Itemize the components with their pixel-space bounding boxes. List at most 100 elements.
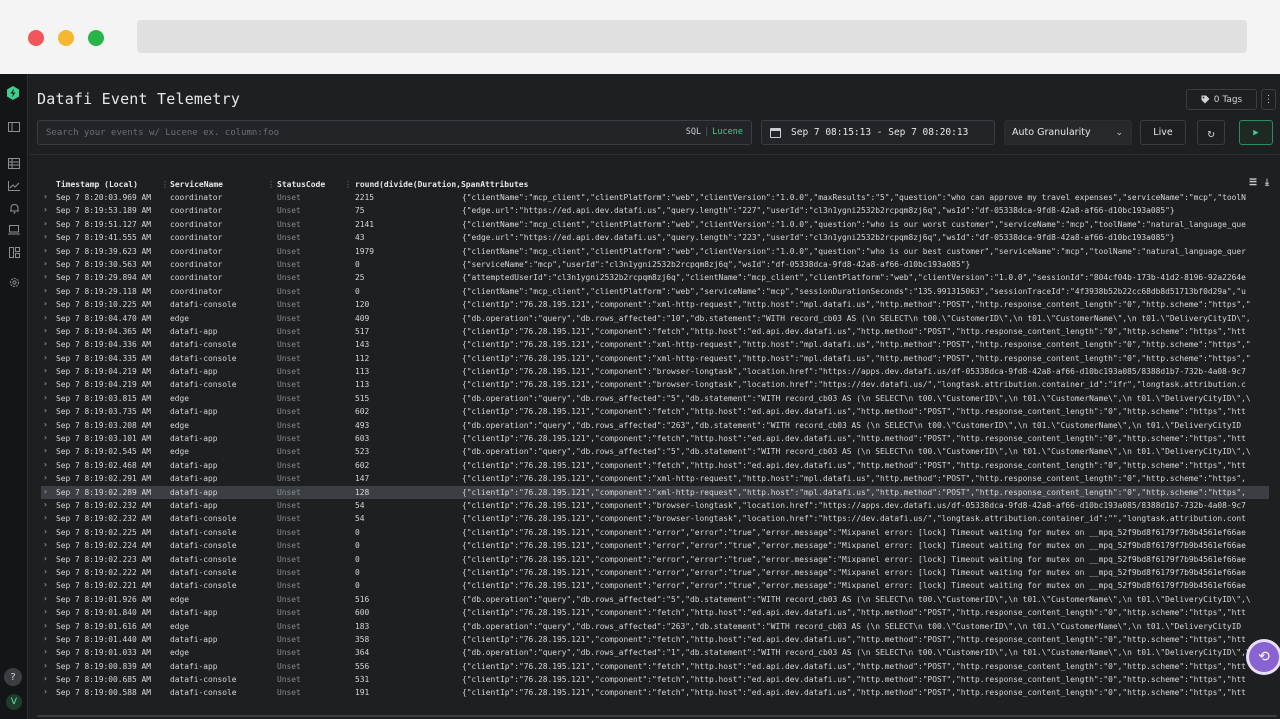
expand-chevron-icon[interactable]: › <box>43 406 51 415</box>
expand-chevron-icon[interactable]: › <box>43 299 51 308</box>
expand-chevron-icon[interactable]: › <box>43 272 51 281</box>
table-row[interactable]: › Sep 7 8:19:51.127 AM coordinator Unset 214… <box>41 218 1269 231</box>
time-range-picker[interactable]: Sep 7 08:15:13 - Sep 7 08:20:13 <box>761 120 995 145</box>
expand-chevron-icon[interactable]: › <box>43 366 51 375</box>
expand-chevron-icon[interactable]: › <box>43 420 51 429</box>
table-row[interactable]: › Sep 7 8:19:29.118 AM coordinator Unset 0 {"… <box>41 285 1269 298</box>
expand-chevron-icon[interactable]: › <box>43 339 51 348</box>
dashboard-icon[interactable] <box>5 243 23 261</box>
more-options-button[interactable]: ⋮ <box>1261 89 1276 110</box>
table-row[interactable]: › Sep 7 8:19:02.289 AM datafi-app Unset 128 {… <box>41 485 1269 499</box>
tags-button[interactable]: 0 Tags <box>1186 89 1257 110</box>
expand-chevron-icon[interactable]: › <box>43 487 51 496</box>
table-row[interactable]: › Sep 7 8:19:01.440 AM datafi-app Unset 358 {… <box>41 633 1269 646</box>
sql-toggle[interactable]: SQL <box>686 127 701 137</box>
expand-chevron-icon[interactable]: › <box>43 246 51 255</box>
bell-icon[interactable] <box>5 199 23 217</box>
wrap-lines-icon[interactable]: ☰ <box>1249 178 1257 188</box>
horizontal-scrollbar[interactable] <box>37 715 1277 717</box>
table-row[interactable]: › Sep 7 8:19:41.555 AM coordinator Unset 43 {… <box>41 231 1269 244</box>
panel-toggle-icon[interactable] <box>5 118 23 136</box>
table-row[interactable]: › Sep 7 8:19:04.470 AM edge Unset 409 {"db.op… <box>41 312 1269 325</box>
table-row[interactable]: › Sep 7 8:19:02.224 AM datafi-console Unset… <box>41 539 1269 552</box>
table-row[interactable]: › Sep 7 8:19:30.563 AM coordinator Unset 0 {"… <box>41 258 1269 271</box>
expand-chevron-icon[interactable]: › <box>43 446 51 455</box>
table-row[interactable]: › Sep 7 8:19:00.839 AM datafi-app Unset 556 {… <box>41 660 1269 673</box>
expand-chevron-icon[interactable]: › <box>43 353 51 362</box>
settings-icon[interactable] <box>5 273 23 291</box>
column-header-timestamp[interactable]: Timestamp (Local) <box>56 180 138 189</box>
table-row[interactable]: › Sep 7 8:19:02.225 AM datafi-console Unset… <box>41 526 1269 539</box>
table-icon[interactable] <box>5 154 23 172</box>
expand-chevron-icon[interactable]: › <box>43 634 51 643</box>
expand-chevron-icon[interactable]: › <box>43 540 51 549</box>
table-row[interactable]: › Sep 7 8:19:39.623 AM coordinator Unset 197… <box>41 245 1269 258</box>
column-resize-handle[interactable]: ⋮ <box>267 180 275 189</box>
hyperdx-logo-icon[interactable] <box>6 86 20 100</box>
expand-chevron-icon[interactable]: › <box>43 313 51 322</box>
refresh-button[interactable]: ↻ <box>1197 120 1225 145</box>
column-header-status[interactable]: StatusCode <box>277 180 325 189</box>
table-row[interactable]: › Sep 7 8:19:04.336 AM datafi-console Unset… <box>41 338 1269 351</box>
maximize-window-icon[interactable] <box>88 30 104 46</box>
expand-chevron-icon[interactable]: › <box>43 567 51 576</box>
expand-chevron-icon[interactable]: › <box>43 594 51 603</box>
expand-chevron-icon[interactable]: › <box>43 687 51 696</box>
expand-chevron-icon[interactable]: › <box>43 473 51 482</box>
expand-chevron-icon[interactable]: › <box>43 527 51 536</box>
table-row[interactable]: › Sep 7 8:20:03.969 AM coordinator Unset 221… <box>41 191 1269 204</box>
table-row[interactable]: › Sep 7 8:19:04.365 AM datafi-app Unset 517 {… <box>41 325 1269 338</box>
table-row[interactable]: › Sep 7 8:19:03.815 AM edge Unset 515 {"db.op… <box>41 392 1269 405</box>
table-row[interactable]: › Sep 7 8:19:01.616 AM edge Unset 183 {"db.op… <box>41 620 1269 633</box>
table-row[interactable]: › Sep 7 8:19:29.894 AM coordinator Unset 25 {… <box>41 271 1269 284</box>
expand-chevron-icon[interactable]: › <box>43 580 51 589</box>
expand-chevron-icon[interactable]: › <box>43 621 51 630</box>
monitor-icon[interactable] <box>5 221 23 239</box>
column-resize-handle[interactable]: ⋮ <box>344 180 352 189</box>
avatar[interactable]: V <box>6 694 22 710</box>
table-row[interactable]: › Sep 7 8:19:02.232 AM datafi-app Unset 54 {"… <box>41 499 1269 512</box>
chart-icon[interactable] <box>5 177 23 195</box>
assistant-fab[interactable]: ⟲ <box>1249 642 1279 672</box>
live-button[interactable]: Live <box>1140 120 1186 145</box>
search-input[interactable] <box>46 125 646 141</box>
expand-chevron-icon[interactable]: › <box>43 259 51 268</box>
table-row[interactable]: › Sep 7 8:19:02.221 AM datafi-console Unset… <box>41 579 1269 592</box>
expand-chevron-icon[interactable]: › <box>43 433 51 442</box>
table-row[interactable]: › Sep 7 8:19:10.225 AM datafi-console Unset… <box>41 298 1269 311</box>
table-row[interactable]: › Sep 7 8:19:02.468 AM datafi-app Unset 602 {… <box>41 459 1269 472</box>
table-row[interactable]: › Sep 7 8:19:02.291 AM datafi-app Unset 147 {… <box>41 472 1269 485</box>
table-row[interactable]: › Sep 7 8:19:00.588 AM datafi-console Unset… <box>41 686 1269 699</box>
table-row[interactable]: › Sep 7 8:19:03.208 AM edge Unset 493 {"db.op… <box>41 419 1269 432</box>
table-row[interactable]: › Sep 7 8:19:02.545 AM edge Unset 523 {"db.op… <box>41 445 1269 458</box>
table-row[interactable]: › Sep 7 8:19:04.219 AM datafi-console Unset… <box>41 378 1269 391</box>
lucene-toggle[interactable]: Lucene <box>712 127 743 137</box>
expand-chevron-icon[interactable]: › <box>43 286 51 295</box>
table-row[interactable]: › Sep 7 8:19:01.033 AM edge Unset 364 {"db.op… <box>41 646 1269 659</box>
close-window-icon[interactable] <box>28 30 44 46</box>
table-row[interactable]: › Sep 7 8:19:02.222 AM datafi-console Unset… <box>41 566 1269 579</box>
table-row[interactable]: › Sep 7 8:19:03.735 AM datafi-app Unset 602 {… <box>41 405 1269 418</box>
table-row[interactable]: › Sep 7 8:19:01.840 AM datafi-app Unset 600 {… <box>41 606 1269 619</box>
column-header-service[interactable]: ServiceName <box>170 180 223 189</box>
table-row[interactable]: › Sep 7 8:19:02.232 AM datafi-console Unset… <box>41 512 1269 525</box>
expand-chevron-icon[interactable]: › <box>43 379 51 388</box>
expand-chevron-icon[interactable]: › <box>43 554 51 563</box>
expand-chevron-icon[interactable]: › <box>43 232 51 241</box>
expand-chevron-icon[interactable]: › <box>43 192 51 201</box>
table-row[interactable]: › Sep 7 8:19:02.223 AM datafi-console Unset… <box>41 553 1269 566</box>
table-row[interactable]: › Sep 7 8:19:03.101 AM datafi-app Unset 603 {… <box>41 432 1269 445</box>
table-row[interactable]: › Sep 7 8:19:00.685 AM datafi-console Unset… <box>41 673 1269 686</box>
table-row[interactable]: › Sep 7 8:19:53.189 AM coordinator Unset 75 {… <box>41 204 1269 217</box>
column-header-duration[interactable]: round(divide(Duration,SpanAttributes <box>355 180 528 189</box>
address-bar[interactable] <box>137 20 1247 53</box>
run-query-button[interactable]: ▶ <box>1239 120 1273 145</box>
help-button[interactable]: ? <box>4 668 22 686</box>
expand-chevron-icon[interactable]: › <box>43 205 51 214</box>
granularity-select[interactable]: Auto Granularity ⌄ <box>1004 120 1132 145</box>
expand-chevron-icon[interactable]: › <box>43 219 51 228</box>
expand-chevron-icon[interactable]: › <box>43 393 51 402</box>
expand-chevron-icon[interactable]: › <box>43 326 51 335</box>
expand-chevron-icon[interactable]: › <box>43 460 51 469</box>
minimize-window-icon[interactable] <box>58 30 74 46</box>
